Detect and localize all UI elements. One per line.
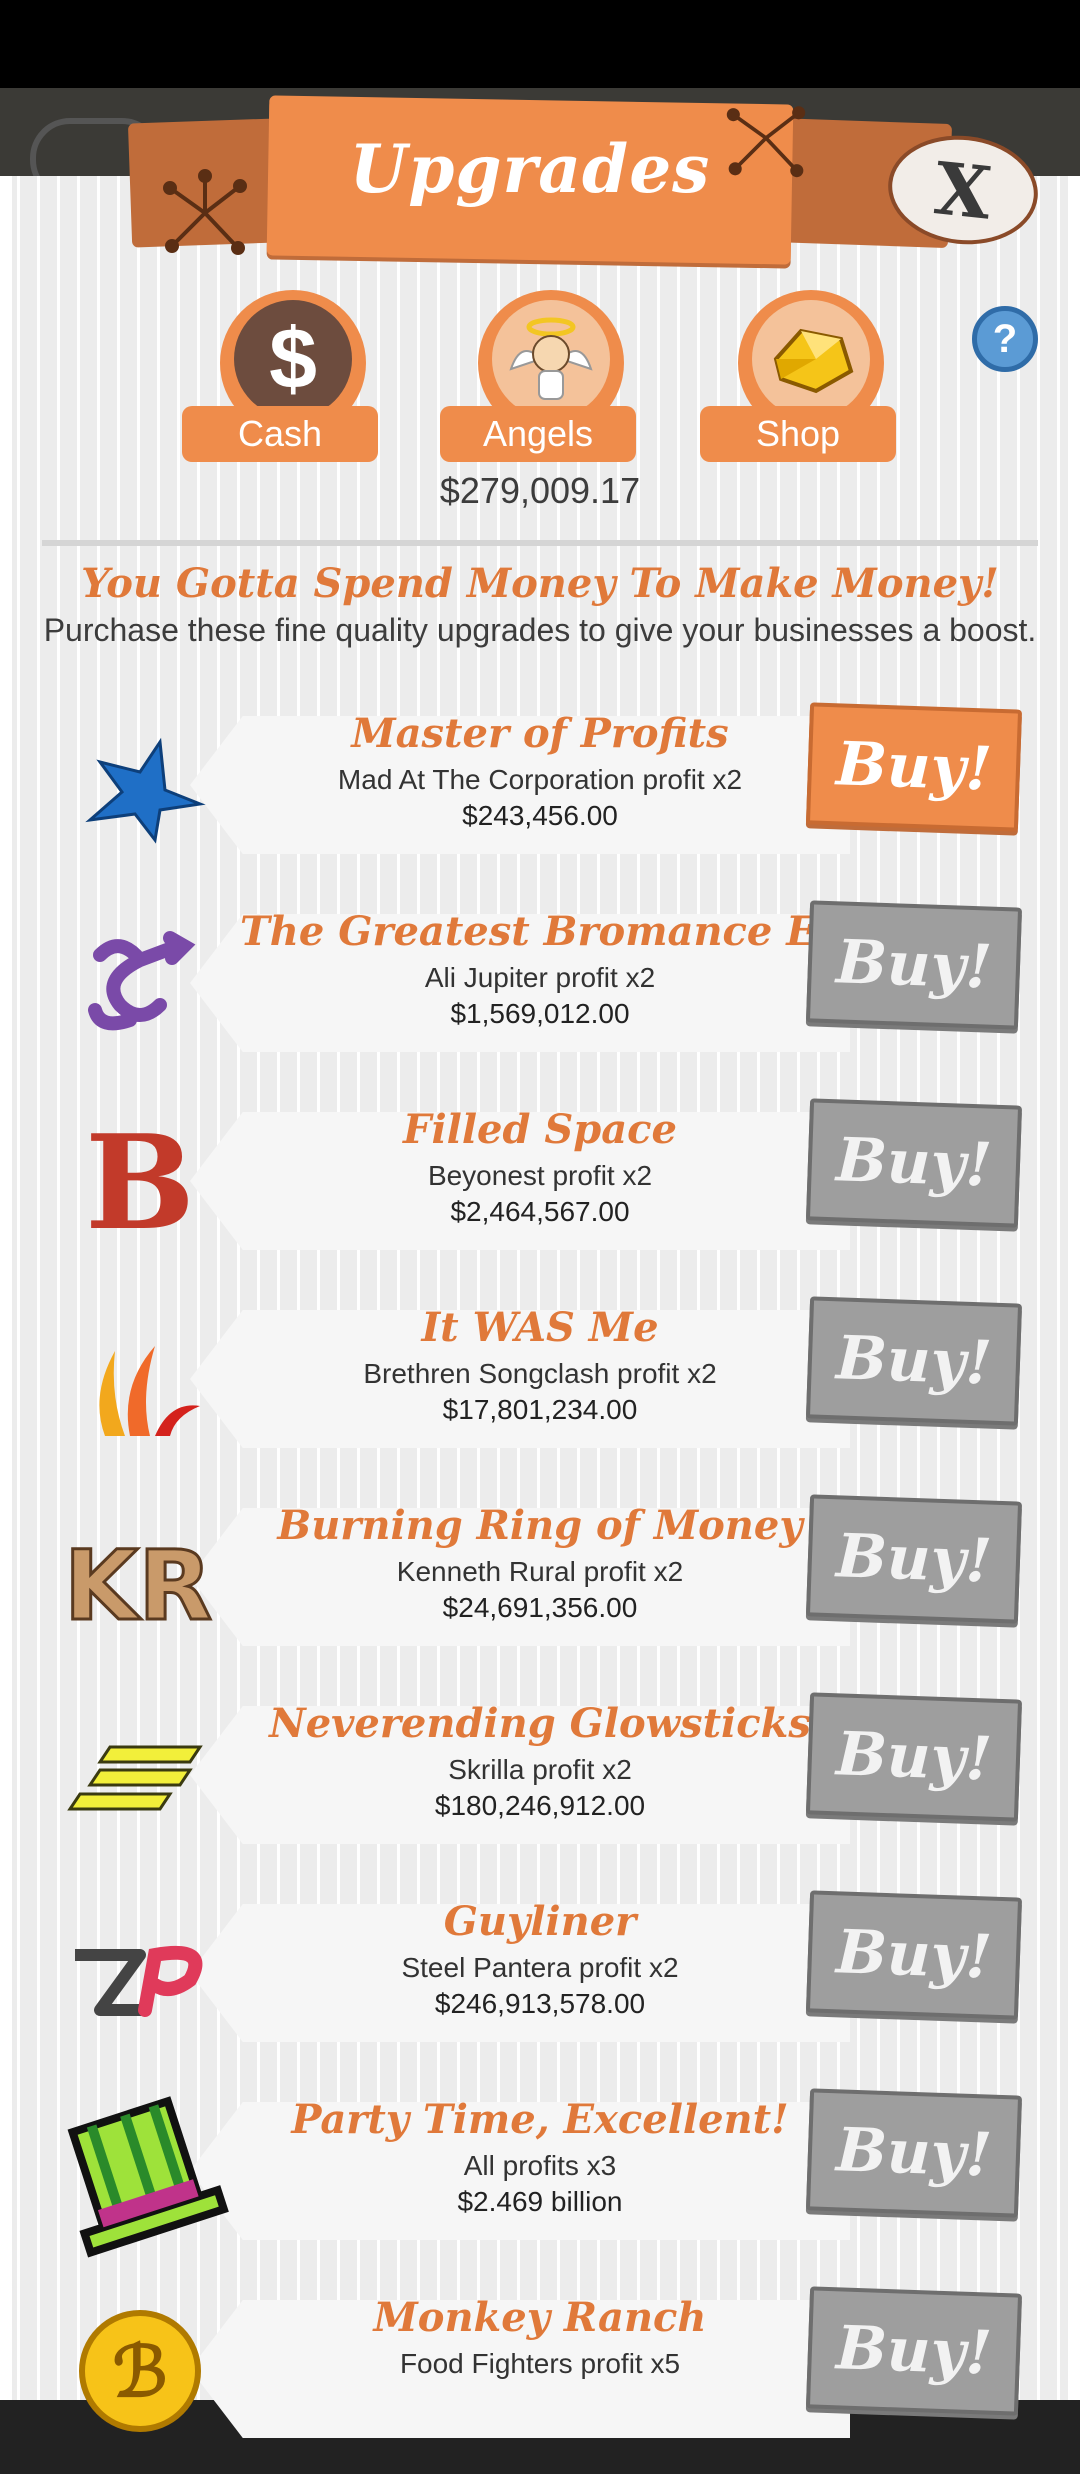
angel-icon: [492, 300, 610, 418]
upgrade-description: Ali Jupiter profit x2: [424, 962, 656, 993]
party-hat-icon: [67, 2096, 229, 2258]
upgrade-price: $180,246,912.00: [434, 1790, 646, 1821]
upgrade-description: Steel Pantera profit x2: [401, 1952, 679, 1983]
page-title: Upgrades: [349, 130, 711, 208]
upgrade-price: $246,913,578.00: [434, 1988, 646, 2019]
upgrade-name: Neverending Glowsticks: [269, 1700, 811, 1747]
flames-icon: [99, 1346, 200, 1436]
section-heading: You Gotta Spend Money To Make Money!: [81, 560, 999, 607]
upgrade-name: The Greatest Bromance Ever Sold: [240, 908, 1000, 955]
buy-button[interactable]: Buy!: [805, 1890, 1023, 2020]
upgrade-name: Filled Space: [403, 1106, 677, 1153]
upgrade-price: $17,801,234.00: [442, 1394, 638, 1425]
purple-symbol-icon: [88, 931, 196, 1031]
tab-cash-label: Cash: [182, 406, 378, 462]
upgrade-name: Master of Profits: [351, 710, 729, 757]
svg-text:ℬ: ℬ: [112, 2330, 167, 2413]
upgrade-row: KR Burning Ring of Money Kenneth Rural p…: [0, 1492, 1080, 1682]
upgrade-row: It WAS Me Brethren Songclash profit x2 $…: [0, 1294, 1080, 1484]
upgrade-row: Guyliner Steel Pantera profit x2 $246,91…: [0, 1888, 1080, 2078]
upgrade-price: $2,464,567.00: [450, 1196, 630, 1227]
buy-button[interactable]: Buy!: [805, 1494, 1023, 1624]
tab-shop-label: Shop: [700, 406, 896, 462]
upgrade-description: All profits x3: [463, 2150, 617, 2181]
upgrade-name: Party Time, Excellent!: [291, 2096, 789, 2143]
svg-text:B: B: [85, 1108, 195, 1258]
upgrade-description: Beyonest profit x2: [427, 1160, 653, 1191]
upgrade-row: The Greatest Bromance Ever Sold Ali Jupi…: [0, 898, 1080, 1088]
upgrade-name: Guyliner: [443, 1898, 637, 1945]
upgrade-row: B Filled Space Beyonest profit x2 $2,464…: [0, 1096, 1080, 1286]
sp-logo-icon: [75, 1945, 203, 2017]
asterisk-decoration-icon: [163, 169, 247, 255]
gold-coin-icon: ℬ: [79, 2310, 201, 2432]
letter-b-icon: B: [85, 1108, 195, 1258]
tab-angels-label: Angels: [440, 406, 636, 462]
upgrade-row: Neverending Glowsticks Skrilla profit x2…: [0, 1690, 1080, 1880]
status-bar: [0, 0, 1080, 88]
upgrade-description: Mad At The Corporation profit x2: [337, 764, 743, 795]
upgrade-description: Brethren Songclash profit x2: [363, 1358, 717, 1389]
buy-button[interactable]: Buy!: [805, 900, 1023, 1030]
upgrade-price: $2.469 billion: [457, 2186, 623, 2217]
buy-button[interactable]: Buy!: [805, 1296, 1023, 1426]
buy-button[interactable]: Buy!: [805, 1692, 1023, 1822]
upgrade-description: Kenneth Rural profit x2: [396, 1556, 684, 1587]
kr-logo-icon: KR: [62, 1529, 213, 1644]
upgrade-name: Burning Ring of Money: [277, 1502, 803, 1549]
cash-balance: $279,009.17: [439, 470, 641, 511]
divider: [42, 540, 1038, 546]
buy-button[interactable]: Buy!: [805, 2088, 1023, 2218]
upgrade-row: ℬ Monkey Ranch Food Fighters profit x5 B…: [0, 2284, 1080, 2474]
svg-text:KR: KR: [64, 1530, 212, 1642]
upgrade-row: Master of Profits Mad At The Corporation…: [0, 700, 1080, 890]
upgrade-name: It WAS Me: [421, 1304, 659, 1351]
dollar-icon: $: [234, 300, 352, 418]
section-description: Purchase these fine quality upgrades to …: [43, 612, 1037, 648]
help-button[interactable]: ?: [972, 306, 1038, 372]
upgrade-price: $24,691,356.00: [442, 1592, 638, 1623]
gold-gem-icon: [752, 300, 870, 418]
upgrade-name: Monkey Ranch: [373, 2294, 707, 2341]
buy-button[interactable]: Buy!: [805, 702, 1023, 832]
blue-star-icon: [85, 737, 206, 844]
upgrade-price: $243,456.00: [462, 800, 618, 831]
buy-button[interactable]: Buy!: [805, 1098, 1023, 1228]
buy-button[interactable]: Buy!: [805, 2286, 1023, 2416]
upgrade-row: Party Time, Excellent! All profits x3 $2…: [0, 2086, 1080, 2276]
upgrade-description: Food Fighters profit x5: [399, 2348, 681, 2379]
upgrade-price: $1,569,012.00: [450, 998, 630, 1029]
glowsticks-icon: [67, 1745, 203, 1811]
upgrade-description: Skrilla profit x2: [448, 1754, 632, 1785]
